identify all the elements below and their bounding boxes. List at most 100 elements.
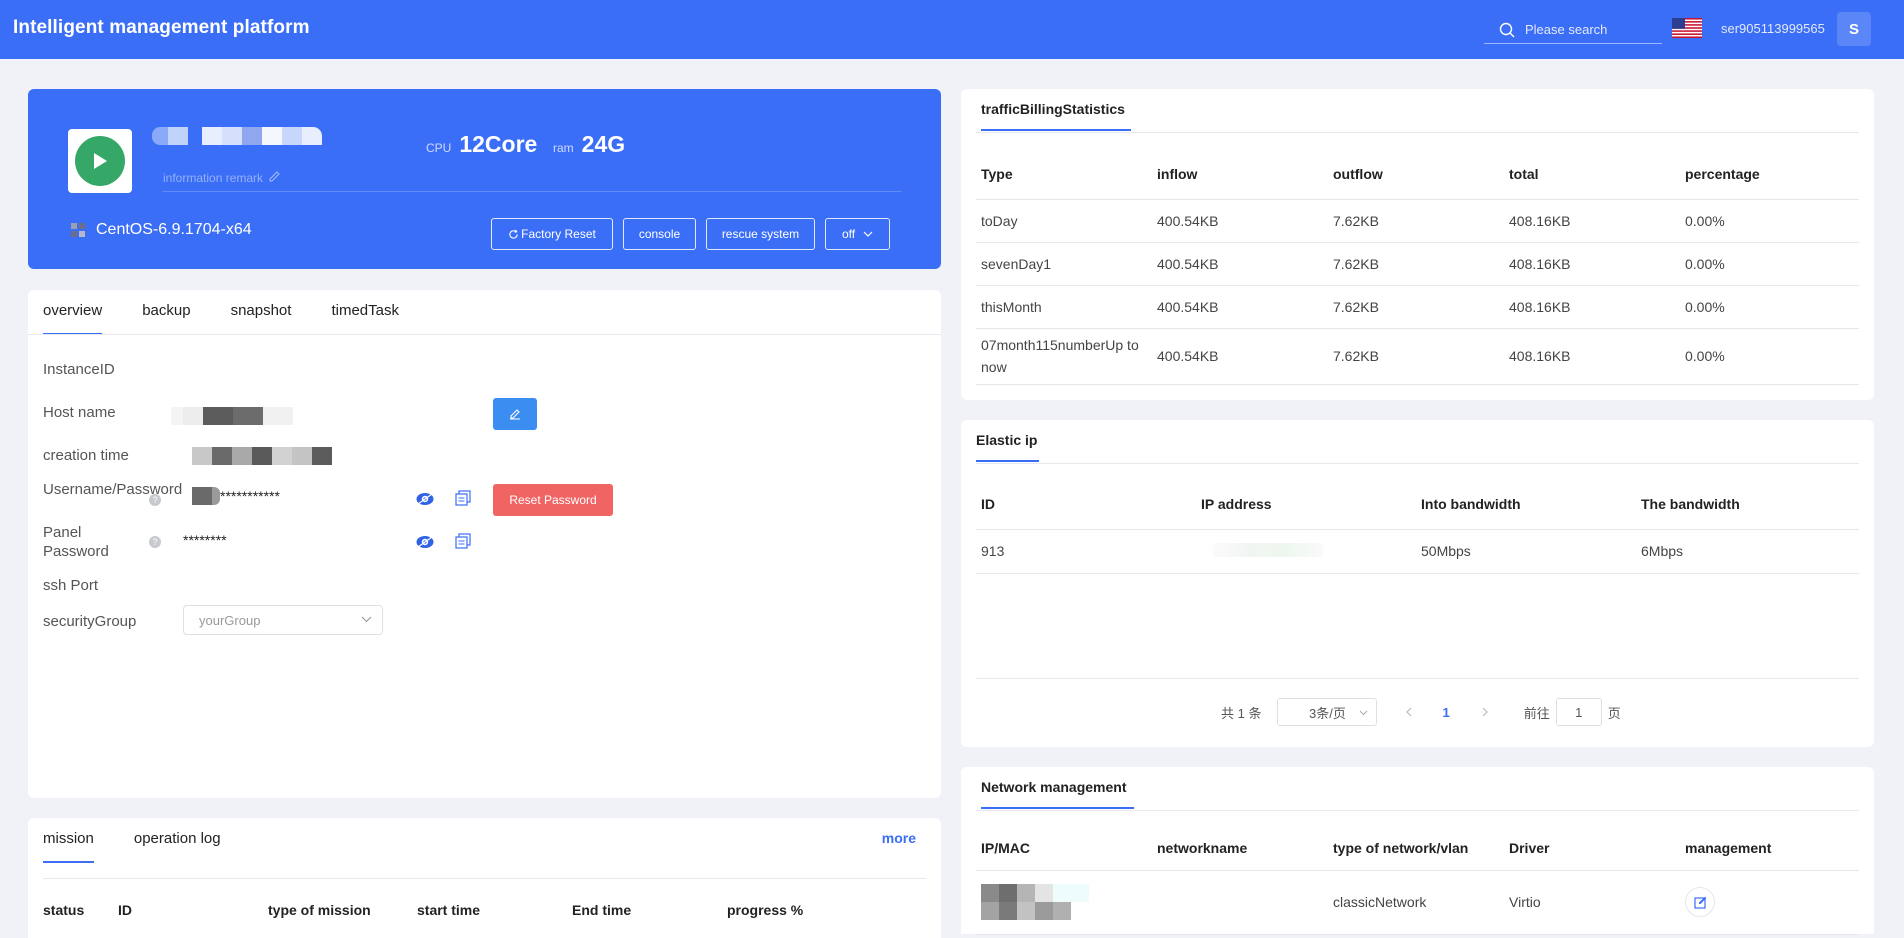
elastic-ip-panel: Elastic ip ID IP address Into bandwidth … [961,420,1874,747]
page-size-select[interactable]: 3条/页 [1277,698,1378,726]
table-row: classicNetwork Virtio [976,870,1859,935]
eye-icon[interactable] [416,492,434,506]
os-info: CentOS-6.9.1704-x64 [70,221,252,239]
more-link[interactable]: more [882,830,916,846]
cell: 0.00% [1680,242,1859,286]
tab-mission[interactable]: mission [43,830,94,863]
mission-panel: mission operation log more status ID typ… [28,818,941,938]
cpu-label: CPU [426,141,452,155]
edit-host-name-button[interactable] [493,398,537,430]
rescue-system-button[interactable]: rescue system [706,218,815,250]
network-table: IP/MAC networkname type of network/vlan … [976,826,1859,935]
search-box[interactable] [1484,16,1662,44]
cell: 7.62KB [1328,328,1504,385]
help-icon[interactable]: ? [149,494,161,506]
username-password-label: Username/Password [43,481,183,498]
chevron-down-icon [1360,710,1368,716]
page-size-value: 3条/页 [1309,705,1346,721]
username-redacted [192,487,220,505]
col-inflow: inflow [1152,149,1328,200]
mission-table-header: status ID type of mission start time End… [43,892,926,928]
col-ip-address: IP address [1196,479,1416,530]
chevron-right-icon[interactable] [1482,707,1489,717]
copy-icon[interactable] [455,490,471,506]
divider [163,191,901,192]
app-title: Intelligent management platform [13,17,310,38]
col-ip-mac: IP/MAC [976,826,1152,871]
cell: 0.00% [1680,285,1859,329]
security-group-label: securityGroup [43,613,137,630]
goto-prefix: 前往 [1523,705,1550,721]
elastic-ip-title[interactable]: Elastic ip [976,432,1039,462]
factory-reset-label: Factory Reset [521,227,596,241]
cell: 7.62KB [1328,242,1504,286]
divider [976,810,1859,811]
chevron-down-icon [863,231,873,237]
tab-backup[interactable]: backup [142,302,190,335]
cell: Virtio [1504,870,1680,935]
help-icon[interactable]: ? [149,536,161,548]
cell: 913 [976,529,1196,574]
copy-icon[interactable] [455,533,471,549]
search-input[interactable] [1525,22,1655,37]
cell: 6Mbps [1636,529,1859,574]
tab-snapshot[interactable]: snapshot [231,302,292,335]
power-status-box [68,129,132,193]
tab-divider [28,334,941,335]
tab-operation-log[interactable]: operation log [134,830,221,863]
panel-password-label: Panel Password [43,524,109,560]
cell: 07month115numberUp to now [976,328,1152,385]
cell: 7.62KB [1328,199,1504,243]
information-remark[interactable]: information remark [163,171,281,185]
tab-timed-task[interactable]: timedTask [331,302,399,335]
col-id: ID [976,479,1196,530]
network-title[interactable]: Network management [981,779,1134,809]
eye-icon[interactable] [416,535,434,549]
cell: 400.54KB [1152,242,1328,286]
cell: 0.00% [1680,199,1859,243]
col-into-bandwidth: Into bandwidth [1416,479,1636,530]
edit-network-button[interactable] [1685,887,1715,917]
cell: 7.62KB [1328,285,1504,329]
host-name-redacted [171,407,293,425]
col-type: type of mission [268,902,371,918]
console-button[interactable]: console [623,218,696,250]
ssh-port-label: ssh Port [43,577,99,594]
current-page[interactable]: 1 [1442,705,1449,720]
table-header: Type inflow outflow total percentage [976,149,1859,200]
goto-page-input[interactable]: 1 [1555,698,1602,726]
username[interactable]: ser905113999565 [1721,21,1825,36]
col-outflow: outflow [1328,149,1504,200]
cell: 408.16KB [1504,199,1680,243]
host-name-label: Host name [43,404,116,421]
centos-logo-icon [71,223,85,237]
cell: 408.16KB [1504,285,1680,329]
reset-password-button[interactable]: Reset Password [493,484,613,516]
col-progress: progress % [727,902,804,918]
cell: 0.00% [1680,328,1859,385]
cell [1152,870,1328,935]
traffic-title[interactable]: trafficBillingStatistics [981,101,1131,131]
goto-suffix: 页 [1607,705,1621,721]
factory-reset-button[interactable]: Factory Reset [491,218,613,250]
tab-overview[interactable]: overview [43,302,103,335]
security-group-select[interactable]: yourGroup [183,605,383,635]
col-management: management [1680,826,1859,871]
goto-page-value: 1 [1575,704,1583,720]
col-total: total [1504,149,1680,200]
power-dropdown[interactable]: off [825,218,890,250]
avatar[interactable]: S [1837,12,1871,46]
traffic-panel: trafficBillingStatistics Type inflow out… [961,89,1874,400]
table-row: sevenDay1 400.54KB 7.62KB 408.16KB 0.00% [976,242,1859,286]
us-flag-icon[interactable] [1672,18,1702,38]
cell: 50Mbps [1416,529,1636,574]
ram-spec: ram 24G [553,131,625,158]
cell: 400.54KB [1152,328,1328,385]
divider [976,678,1859,679]
col-end-time: End time [572,902,632,918]
cpu-value: 12Core [459,131,538,157]
chevron-left-icon[interactable] [1405,707,1412,717]
cell: toDay [976,199,1152,243]
pencil-icon[interactable] [269,171,281,182]
table-header: IP/MAC networkname type of network/vlan … [976,826,1859,871]
